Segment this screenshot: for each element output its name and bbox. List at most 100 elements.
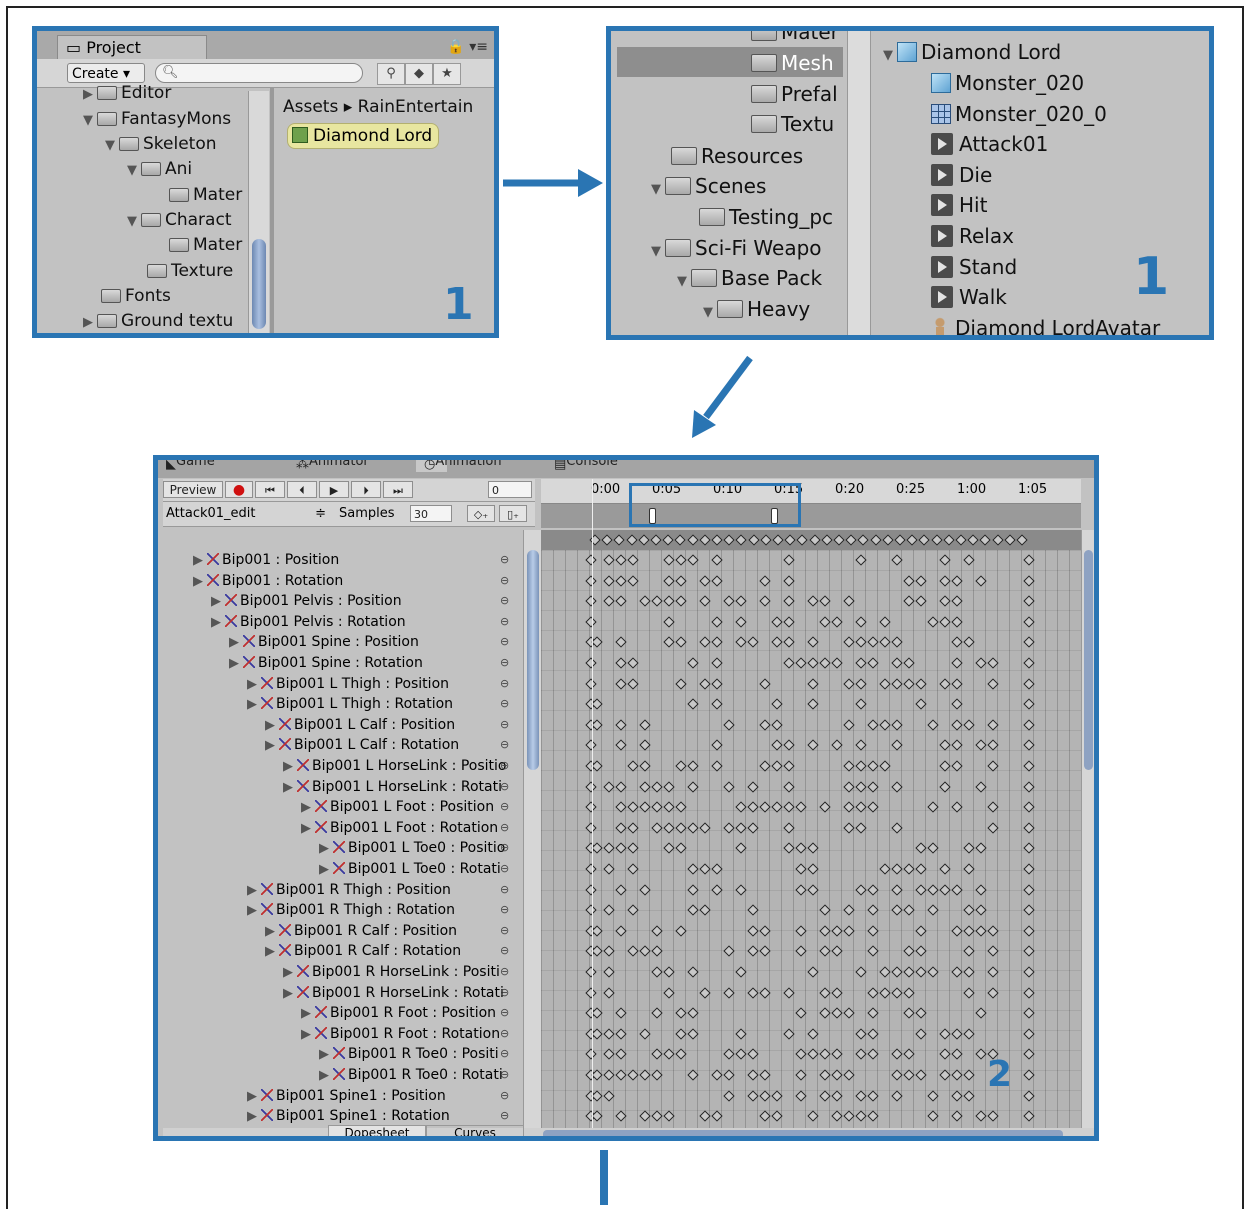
keyframe[interactable]	[891, 719, 903, 731]
keyframe[interactable]	[639, 1069, 651, 1081]
expand-icon[interactable]: ▶	[283, 963, 297, 983]
keyframe[interactable]	[735, 636, 747, 649]
keyframe[interactable]	[699, 822, 711, 834]
keyframe[interactable]	[1023, 1028, 1035, 1040]
keyframe[interactable]	[927, 1110, 939, 1122]
keyframe[interactable]	[987, 822, 999, 834]
keyframe[interactable]	[987, 760, 999, 772]
keyframe[interactable]	[979, 534, 992, 546]
keyframe[interactable]	[927, 966, 939, 978]
property-row[interactable]: ▶ Bip001 R Foot : Rotation	[301, 1024, 500, 1044]
curve-toggle-icon[interactable]: ⊖	[500, 944, 509, 957]
keyframe[interactable]	[1023, 925, 1035, 937]
keyframe[interactable]	[711, 616, 723, 628]
keyframe[interactable]	[927, 842, 939, 855]
keyframe[interactable]	[603, 842, 615, 855]
keyframe[interactable]	[639, 739, 651, 752]
keyframe[interactable]	[975, 883, 987, 896]
keyframe[interactable]	[585, 801, 597, 813]
keyframe[interactable]	[783, 616, 795, 628]
keyframe[interactable]	[783, 822, 795, 834]
clip-dropdown[interactable]: Attack01_edit ≑	[166, 506, 326, 521]
keyframe[interactable]	[585, 1048, 597, 1061]
keyframe[interactable]	[951, 636, 963, 649]
keyframe[interactable]	[687, 863, 699, 875]
keyframe[interactable]	[662, 534, 674, 546]
expand-icon[interactable]: ▶	[211, 613, 225, 633]
curve-toggle-icon[interactable]: ⊖	[500, 965, 509, 978]
keyframe[interactable]	[807, 1048, 819, 1061]
keyframe[interactable]	[603, 945, 615, 958]
property-row[interactable]: ▶ Bip001 R Calf : Rotation	[265, 941, 461, 961]
keyframe[interactable]	[1023, 945, 1035, 958]
keyframe[interactable]	[735, 616, 747, 628]
keyframe[interactable]	[735, 595, 747, 607]
keyframe[interactable]	[891, 657, 903, 669]
keyframe[interactable]	[1023, 636, 1035, 649]
keyframe[interactable]	[663, 616, 675, 628]
keyframe[interactable]	[627, 574, 639, 587]
keyframe[interactable]	[987, 945, 999, 958]
keyframe[interactable]	[585, 554, 597, 566]
keyframe[interactable]	[915, 1007, 927, 1019]
keyframe[interactable]	[771, 739, 783, 752]
keyframe[interactable]	[867, 801, 879, 813]
property-row[interactable]: ▶ Bip001 : Rotation	[193, 571, 343, 591]
keyframe[interactable]	[939, 780, 951, 793]
keyframe[interactable]	[879, 719, 891, 731]
keyframe[interactable]	[651, 925, 663, 937]
keyframe[interactable]	[771, 760, 783, 772]
keyframe[interactable]	[987, 657, 999, 669]
property-row[interactable]: ▶ Bip001 R Foot : Position	[301, 1003, 496, 1023]
keyframe[interactable]	[987, 1110, 999, 1122]
keyframe[interactable]	[951, 595, 963, 607]
keyframe[interactable]	[615, 822, 627, 834]
keyframe[interactable]	[759, 1110, 771, 1122]
keyframe[interactable]	[855, 657, 867, 669]
curve-toggle-icon[interactable]: ⊖	[500, 594, 509, 607]
keyframe[interactable]	[891, 883, 903, 896]
tab-animator[interactable]: ⁂ Animator	[296, 460, 369, 472]
keyframe[interactable]	[915, 698, 927, 710]
curve-toggle-icon[interactable]: ⊖	[500, 718, 509, 731]
keyframe[interactable]	[771, 698, 783, 710]
keyframe[interactable]	[831, 1048, 843, 1061]
keyframe[interactable]	[687, 1028, 699, 1040]
keyframe[interactable]	[963, 966, 975, 978]
keyframe[interactable]	[735, 534, 748, 546]
record-icon[interactable]: ●	[225, 481, 253, 498]
keyframe[interactable]	[747, 986, 759, 999]
keyframe[interactable]	[615, 574, 627, 587]
keyframe[interactable]	[603, 554, 615, 566]
keyframe[interactable]	[615, 842, 627, 855]
keyframe[interactable]	[963, 925, 975, 937]
keyframe[interactable]	[831, 1069, 843, 1081]
curve-toggle-icon[interactable]: ⊖	[500, 1089, 509, 1102]
keyframe[interactable]	[603, 1089, 615, 1102]
expand-icon[interactable]: ▶	[229, 633, 243, 653]
curve-toggle-icon[interactable]: ⊖	[500, 821, 509, 834]
keyframe[interactable]	[819, 925, 831, 937]
keyframe[interactable]	[699, 677, 711, 690]
keyframe[interactable]	[627, 760, 639, 772]
keyframe[interactable]	[951, 1089, 963, 1102]
keyframe[interactable]	[975, 780, 987, 793]
keyframe[interactable]	[939, 863, 951, 875]
keyframe[interactable]	[939, 574, 951, 587]
keyframe[interactable]	[747, 925, 759, 937]
keyframe[interactable]	[963, 986, 975, 999]
keyframe[interactable]	[603, 574, 615, 587]
curve-toggle-icon[interactable]: ⊖	[500, 1068, 509, 1081]
keyframe[interactable]	[675, 1048, 687, 1061]
keyframe[interactable]	[855, 966, 867, 978]
keyframe[interactable]	[783, 739, 795, 752]
curve-toggle-icon[interactable]: ⊖	[500, 883, 509, 896]
keyframe[interactable]	[951, 657, 963, 669]
keyframe[interactable]	[1023, 780, 1035, 793]
keyframe[interactable]	[867, 780, 879, 793]
keyframe[interactable]	[699, 534, 711, 546]
keyframe[interactable]	[615, 883, 627, 896]
keyframe[interactable]	[615, 719, 627, 731]
keyframe[interactable]	[585, 780, 597, 793]
keyframe[interactable]	[963, 636, 975, 649]
